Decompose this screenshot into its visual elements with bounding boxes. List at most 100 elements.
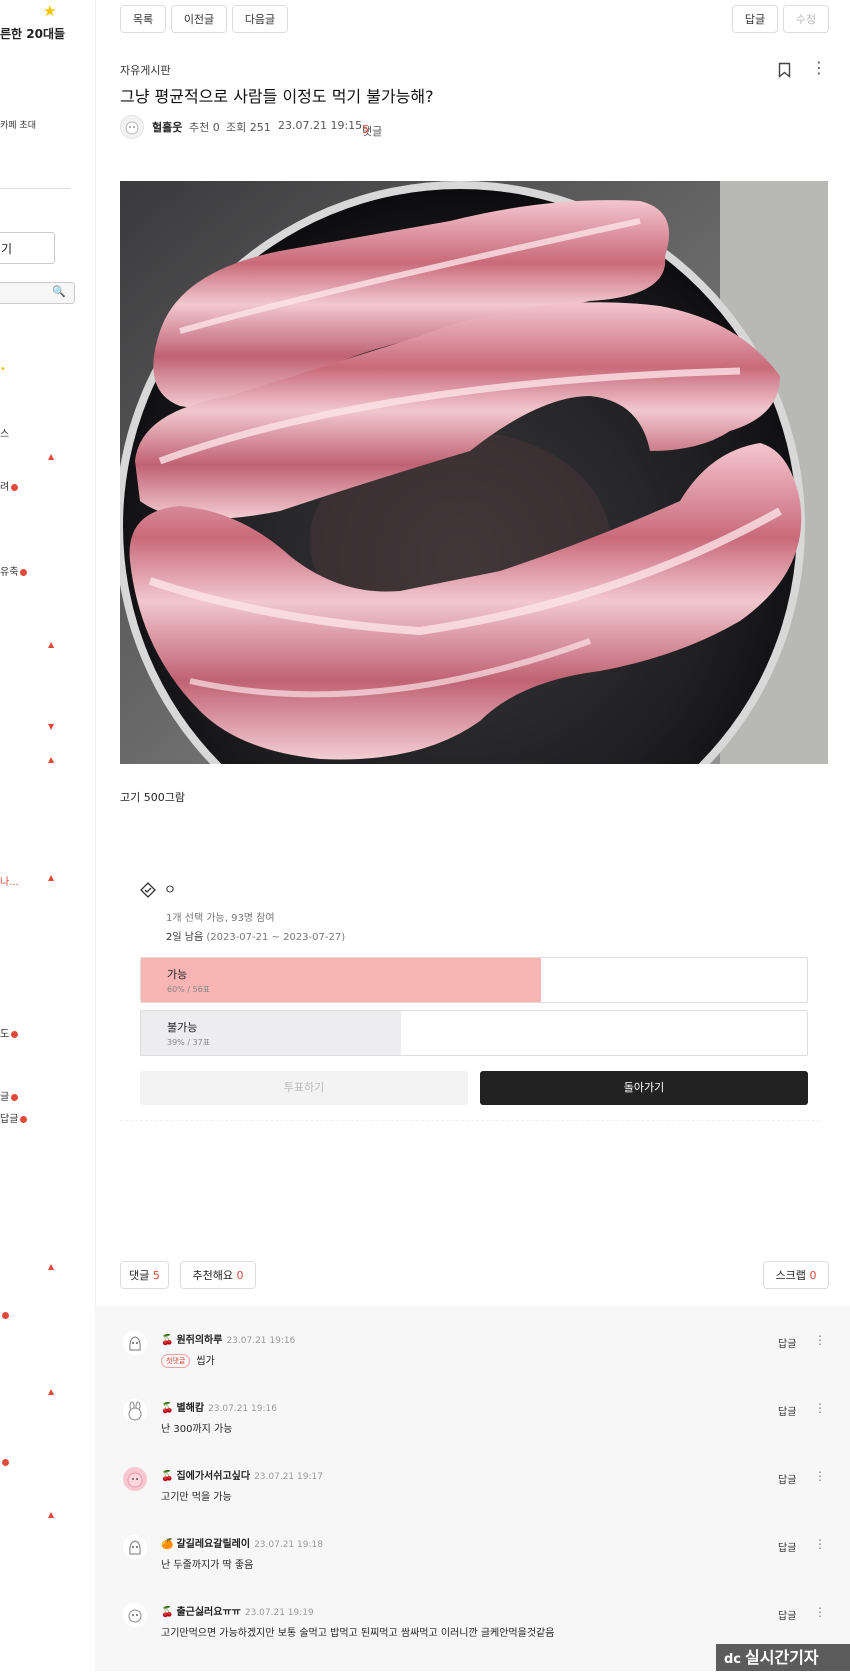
scrap-button[interactable]: 스크랩 0	[763, 1261, 829, 1289]
poll-option[interactable]: 불가능 39% / 37표	[140, 1010, 808, 1056]
comment-more-icon[interactable]: ⋮	[814, 1537, 826, 1551]
commenter-name[interactable]: 🍒 출근싫러요ㅠㅠ 23.07.21 19:19	[161, 1603, 314, 1618]
comment-text: 고기만 먹을 가능	[161, 1492, 232, 1503]
new-badge-icon	[2, 1311, 9, 1319]
sidebar-divider	[0, 188, 70, 189]
first-comment-badge: 첫댓글	[161, 1354, 191, 1368]
comment-more-icon[interactable]: ⋮	[814, 1605, 826, 1619]
sidebar-item[interactable]: 려	[0, 478, 19, 493]
edit-button[interactable]: 수정	[783, 5, 829, 33]
sidebar-item[interactable]: 답글	[0, 1110, 28, 1125]
cafe-invite-link[interactable]: 카페 초대	[0, 118, 36, 131]
new-triangle-icon: ▲	[48, 1510, 55, 1519]
poll-option[interactable]: 가능 60% / 56표	[140, 957, 808, 1003]
cafe-title[interactable]: 른한 20대들	[0, 25, 65, 42]
sidebar-search-input[interactable]: 🔍	[0, 282, 75, 304]
next-post-button[interactable]: 다음글	[232, 5, 288, 33]
post-photo	[120, 181, 828, 764]
more-options-icon[interactable]: ⋮	[811, 60, 827, 76]
new-triangle-icon: ▲	[48, 452, 55, 461]
sidebar-item[interactable]: 스	[0, 425, 9, 440]
new-triangle-icon: ▲	[48, 873, 55, 882]
commenter-avatar[interactable]	[123, 1603, 147, 1627]
article-toolbar: 목록 이전글 다음글 답글 수정	[120, 5, 830, 35]
comment-reply-button[interactable]: 답글	[778, 1403, 796, 1418]
comment-more-icon[interactable]: ⋮	[814, 1401, 826, 1415]
list-button[interactable]: 목록	[120, 5, 166, 33]
poll-title: ㅇ	[164, 883, 176, 898]
prev-post-button[interactable]: 이전글	[171, 5, 227, 33]
commenter-name[interactable]: 🍒 별해캄 23.07.21 19:16	[161, 1399, 277, 1414]
poll-option-stats: 60% / 56표	[167, 985, 211, 994]
star-icon[interactable]: ★	[43, 2, 56, 20]
comment-date: 23.07.21 19:17	[254, 1472, 323, 1482]
new-triangle-icon: ▲	[48, 1262, 55, 1271]
sidebar-badge	[0, 1310, 9, 1321]
down-triangle-icon: ▼	[48, 722, 55, 731]
comment-more-icon[interactable]: ⋮	[814, 1469, 826, 1483]
poll-divider	[120, 1120, 820, 1121]
comment-reply-button[interactable]: 답글	[778, 1471, 796, 1486]
sidebar: ★ 른한 20대들 카페 초대 기 🔍 • 스 ▲ 려 유축 ▲ ▼ ▲ 나..…	[0, 0, 96, 1671]
comment-item: 🍒 집에가서쉬고싶다 23.07.21 19:17 고기만 먹을 가능 답글 ⋮	[95, 1467, 850, 1535]
post-datetime: 23.07.21 19:15	[278, 119, 363, 132]
poll-check-icon	[140, 882, 156, 898]
poll-remaining: 2일 남음 (2023-07-21 ~ 2023-07-27)	[166, 932, 346, 943]
sidebar-item[interactable]: 나...	[0, 873, 19, 888]
comment-more-icon[interactable]: ⋮	[814, 1333, 826, 1347]
commenter-name[interactable]: 🍊 갈길레요갈릴레이 23.07.21 19:18	[161, 1535, 323, 1550]
author-name[interactable]: 헐홀웃	[152, 119, 182, 135]
watermark-text: 실시간기자	[745, 1648, 819, 1667]
poll-option-label: 불가능	[167, 1021, 198, 1034]
reply-button[interactable]: 답글	[732, 5, 778, 33]
sidebar-badge	[0, 1457, 9, 1468]
commenter-name[interactable]: 🍒 원쥐의하루 23.07.21 19:16	[161, 1331, 295, 1346]
sidebar-item[interactable]: 도	[0, 1025, 19, 1040]
post-title: 그냥 평균적으로 사람들 이정도 먹기 불가능해?	[120, 87, 434, 106]
comment-text: 고기만먹으면 가능하겠지만 보통 술먹고 밥먹고 된찌먹고 쌈싸먹고 이러니깐 …	[161, 1628, 555, 1639]
search-icon[interactable]: 🔍	[52, 285, 66, 298]
commenter-avatar[interactable]	[123, 1331, 147, 1355]
board-name[interactable]: 자유게시판	[120, 62, 171, 78]
sidebar-item[interactable]: 유축	[0, 563, 28, 578]
sidebar-fragment-star: •	[0, 364, 6, 375]
bookmark-icon[interactable]	[778, 62, 791, 78]
post-caption: 고기 500그람	[120, 791, 185, 804]
commenter-avatar[interactable]	[123, 1535, 147, 1559]
vote-button[interactable]: 투표하기	[140, 1071, 468, 1105]
comment-toggle-button[interactable]: 댓글 5	[120, 1261, 169, 1289]
cherry-icon: 🍒	[161, 1403, 174, 1414]
comment-item: 🍒 별해캄 23.07.21 19:16 난 300까지 가능 답글 ⋮	[95, 1399, 850, 1467]
poll-info: 1개 선택 가능, 93명 참여	[166, 913, 275, 924]
write-button[interactable]: 기	[0, 232, 55, 264]
comment-text: 첫댓글 씹가	[161, 1352, 215, 1368]
comment-reply-button[interactable]: 답글	[778, 1607, 796, 1622]
new-badge-icon	[11, 1093, 19, 1101]
commenter-avatar[interactable]	[123, 1399, 147, 1423]
watermark: dc 실시간기자	[716, 1644, 850, 1671]
article-actions: 댓글 5 추천해요 0 스크랩 0	[120, 1261, 830, 1291]
dc-logo: dc	[724, 1652, 742, 1667]
comment-list: 🍒 원쥐의하루 23.07.21 19:16 첫댓글 씹가 답글 ⋮ 🍒 별해캄 23.0…	[95, 1306, 850, 1671]
comment-reply-button[interactable]: 답글	[778, 1539, 796, 1554]
comment-date: 23.07.21 19:16	[208, 1404, 277, 1414]
recommend-button[interactable]: 추천해요 0	[180, 1261, 256, 1289]
commenter-name[interactable]: 🍒 집에가서쉬고싶다 23.07.21 19:17	[161, 1467, 323, 1482]
new-badge-icon	[2, 1458, 9, 1466]
poll-option-fill	[141, 958, 541, 1002]
back-button[interactable]: 돌아가기	[480, 1071, 808, 1105]
new-triangle-icon: ▲	[48, 640, 55, 649]
new-badge-icon	[11, 1030, 19, 1038]
comment-text: 난 300까지 가능	[161, 1424, 233, 1435]
author-avatar[interactable]	[120, 115, 144, 139]
commenter-avatar[interactable]	[123, 1467, 147, 1491]
poll-option-label: 가능	[167, 968, 188, 981]
poll-option-stats: 39% / 37표	[167, 1038, 211, 1047]
orange-icon: 🍊	[161, 1539, 174, 1550]
comment-text: 난 두줄까지가 딱 좋음	[161, 1560, 254, 1571]
new-badge-icon	[11, 483, 19, 491]
sidebar-item[interactable]: 글	[0, 1088, 19, 1103]
new-badge-icon	[20, 1115, 28, 1123]
new-badge-icon	[20, 568, 28, 576]
comment-reply-button[interactable]: 답글	[778, 1335, 796, 1350]
